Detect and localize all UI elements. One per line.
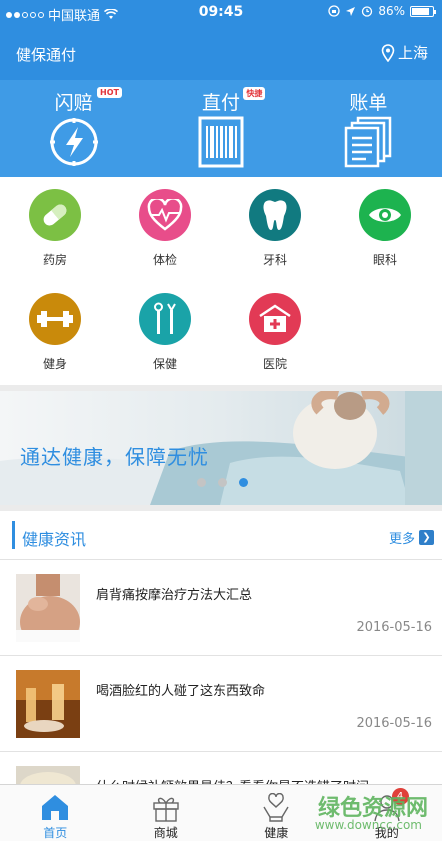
heart-pulse-icon [147,199,183,231]
category-grid: 药房 体检 牙科 眼科 健身 保健 医院 [0,177,442,385]
quick-action-flash-claim[interactable]: 闪赔 HOT [0,80,147,177]
location-label: 上海 [397,44,428,62]
tab-me[interactable]: 4 我的 [332,785,442,841]
news-date: 2016-05-16 [356,620,432,635]
news-more-link[interactable]: 更多 ❯ [389,528,434,547]
news-title: 什么时候补钙效果最佳？看看你是不选错了时间 [96,776,369,784]
hospital-icon [259,304,291,332]
barcode-icon [198,116,244,168]
pill-icon [43,204,67,226]
news-item[interactable]: 喝酒脸红的人碰了这东西致命 2016-05-16 [0,656,442,752]
rotation-lock-icon [328,5,340,17]
news-item[interactable]: 什么时候补钙效果最佳？看看你是不选错了时间 [0,752,442,784]
promo-banner[interactable]: 通达健康，保障无忧 [0,391,442,505]
news-thumbnail [16,574,80,642]
quick-action-label: 账单 [349,92,388,114]
tab-label: 我的 [374,826,399,840]
status-right: 86% [328,4,436,18]
category-icon-circle [29,189,81,241]
category-icon-circle [359,189,411,241]
news-item[interactable]: 肩背痛按摩治疗方法大汇总 2016-05-16 [0,560,442,656]
dumbbell-icon [37,311,73,327]
category-icon-circle [249,189,301,241]
category-checkup[interactable]: 体检 [110,189,220,268]
news-thumbnail [16,670,80,738]
category-label: 保健 [152,357,177,371]
battery-percent: 86% [378,4,405,18]
eye-icon [369,208,401,222]
quick-action-label: 闪赔 [54,92,93,114]
hot-tag: HOT [97,87,122,98]
quick-action-bills[interactable]: 账单 [295,80,442,177]
tab-health[interactable]: 健康 [221,785,332,841]
category-icon-circle [139,189,191,241]
tab-mall[interactable]: 商城 [111,785,222,841]
quick-actions-bar: 闪赔 HOT 直付 快捷 账单 [0,80,442,177]
carousel-indicator[interactable] [197,478,248,487]
lightning-compass-icon [49,118,98,166]
location-selector[interactable]: 上海 [381,42,428,63]
news-title: 喝酒脸红的人碰了这东西致命 [96,684,266,699]
category-label: 牙科 [262,253,287,267]
home-icon [42,795,69,820]
alarm-icon [362,6,373,17]
bottom-tab-bar: 首页 商城 健康 4 我的 [0,784,442,841]
hand-heart-icon [263,793,289,822]
tab-label: 首页 [43,826,68,840]
category-ophthalmology[interactable]: 眼科 [330,189,440,268]
quick-action-direct-pay[interactable]: 直付 快捷 [147,80,294,177]
tools-icon [154,302,176,334]
category-health-care[interactable]: 保健 [110,293,220,372]
category-label: 健身 [42,357,67,371]
category-icon-circle [249,293,301,345]
chevron-right-icon: ❯ [419,530,434,545]
category-label: 体检 [152,253,177,267]
location-pin-icon [381,43,395,62]
tooth-icon [263,200,287,230]
notification-badge: 4 [391,788,409,805]
category-pharmacy[interactable]: 药房 [0,189,110,268]
express-tag: 快捷 [243,87,266,100]
app-header: 健保通付 上海 [0,26,442,80]
carousel-dot[interactable] [197,478,206,487]
news-title: 肩背痛按摩治疗方法大汇总 [96,588,253,603]
news-date: 2016-05-16 [356,716,432,731]
news-section-title: 健康资讯 [22,530,87,549]
gift-icon [153,797,179,822]
tab-label: 商城 [153,826,178,840]
category-label: 眼科 [372,253,397,267]
category-icon-circle [139,293,191,345]
category-dental[interactable]: 牙科 [220,189,330,268]
carousel-dot[interactable] [218,478,227,487]
more-label: 更多 [388,532,415,547]
tab-home[interactable]: 首页 [0,785,111,841]
status-bar: 中国联通 09:45 86% [0,0,442,26]
carousel-dot-active[interactable] [239,478,248,487]
section-accent-bar [12,521,15,549]
category-hospital[interactable]: 医院 [220,293,330,372]
quick-action-label: 直付 [201,92,240,114]
category-label: 医院 [262,357,287,371]
banner-slogan: 通达健康，保障无忧 [20,445,209,469]
tab-label: 健康 [264,826,289,840]
category-icon-circle [29,293,81,345]
location-arrow-icon [346,6,356,16]
documents-icon [345,116,392,168]
app-title: 健保通付 [16,46,77,64]
battery-icon [410,5,436,17]
news-list: 肩背痛按摩治疗方法大汇总 2016-05-16 喝酒脸红的人碰了这东西致命 20… [0,560,442,784]
news-thumbnail [16,766,80,784]
category-fitness[interactable]: 健身 [0,293,110,372]
news-section-header: 健康资讯 更多 ❯ [0,511,442,560]
category-label: 药房 [42,253,67,267]
